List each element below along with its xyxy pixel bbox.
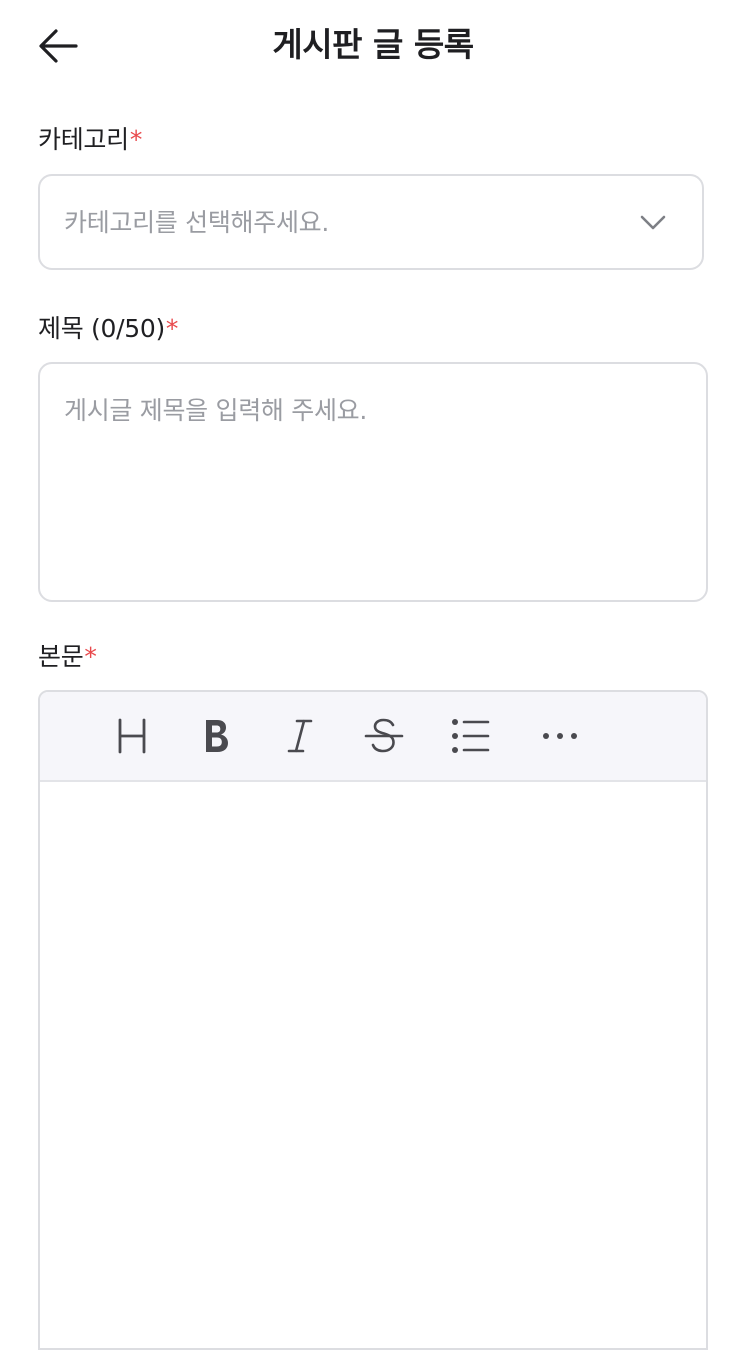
bullet-list-icon — [452, 719, 490, 753]
chevron-down-icon — [640, 215, 666, 230]
editor-content-area[interactable] — [40, 782, 706, 1348]
title-label-row: 제목 (0/50)* — [38, 312, 178, 346]
category-select[interactable]: 카테고리를 선택해주세요. — [38, 174, 704, 270]
required-mark: * — [129, 125, 143, 154]
bold-icon — [206, 720, 228, 752]
heading-button[interactable] — [108, 712, 156, 760]
italic-button[interactable] — [276, 712, 324, 760]
title-label: 제목 (0/50) — [38, 314, 165, 343]
category-placeholder: 카테고리를 선택해주세요. — [64, 208, 329, 237]
category-label: 카테고리 — [38, 125, 129, 154]
strikethrough-icon — [364, 718, 404, 753]
body-label-row: 본문* — [38, 640, 97, 674]
title-input[interactable] — [38, 362, 708, 602]
page-title: 게시판 글 등록 — [272, 25, 474, 64]
body-label: 본문 — [38, 642, 84, 671]
more-button[interactable] — [536, 712, 584, 760]
required-mark: * — [84, 642, 97, 671]
heading-icon — [118, 718, 146, 754]
editor-toolbar — [40, 692, 706, 782]
italic-icon — [287, 719, 313, 753]
bullet-list-button[interactable] — [446, 712, 494, 760]
app-header: 게시판 글 등록 — [0, 0, 746, 92]
more-horizontal-icon — [543, 733, 577, 739]
required-mark: * — [165, 314, 179, 343]
category-label-row: 카테고리* — [38, 123, 142, 157]
strikethrough-button[interactable] — [360, 712, 408, 760]
rich-text-editor — [38, 690, 708, 1350]
bold-button[interactable] — [192, 712, 240, 760]
